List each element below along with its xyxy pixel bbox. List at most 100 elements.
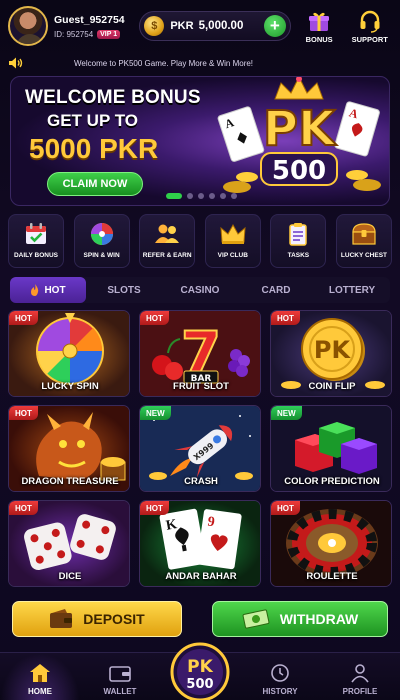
tab-label: CASINO — [180, 284, 220, 296]
users-icon — [153, 221, 181, 247]
nav-home[interactable]: HOME — [0, 653, 80, 700]
crown-icon — [219, 221, 247, 247]
user-info: Guest_952754 ID: 952754 VIP 1 — [54, 14, 137, 39]
banner-amount: 5000 PKR — [29, 133, 159, 164]
game-card-dice[interactable]: HOT DICE — [8, 500, 130, 587]
hot-badge: HOT — [140, 311, 169, 325]
wallet-icon — [50, 609, 73, 628]
game-card-fruit-slot[interactable]: 7 BAR HOT FRUIT SLOT — [139, 310, 261, 397]
quick-lucky-chest[interactable]: LUCKY CHEST — [335, 214, 392, 268]
tab-hot[interactable]: HOT — [10, 277, 86, 303]
gift-icon — [307, 9, 331, 33]
coin-icon: $ — [144, 16, 165, 36]
game-title: COIN FLIP — [308, 381, 356, 392]
announcement-bar: Welcome to PK500 Game. Play More & Win M… — [8, 54, 392, 72]
nav-profile[interactable]: PROFILE — [320, 653, 400, 700]
hot-badge: HOT — [9, 501, 38, 515]
pagination-dot[interactable] — [197, 193, 204, 199]
game-grid: HOT LUCKY SPIN 7 BAR HOT FRUIT SLOT PK H… — [8, 310, 392, 587]
avatar[interactable] — [8, 6, 48, 46]
category-tabs: HOT SLOTS CASINO CARD LOTTERY — [10, 277, 390, 303]
nav-history[interactable]: HISTORY — [240, 653, 320, 700]
user-icon — [349, 662, 371, 684]
quick-refer-earn[interactable]: REFER & EARN — [139, 214, 196, 268]
cash-icon — [242, 609, 270, 629]
user-id-row: ID: 952754 VIP 1 — [54, 29, 137, 39]
logo-pk-text: PK — [263, 101, 337, 157]
support-label: SUPPORT — [351, 34, 388, 44]
announcement-text: Welcome to PK500 Game. Play More & Win M… — [74, 58, 254, 68]
clipboard-icon — [284, 221, 312, 247]
game-title: CRASH — [184, 476, 218, 487]
nav-wallet[interactable]: WALLET — [80, 653, 160, 700]
nav-center-500: 500 — [186, 677, 213, 692]
wallet-icon — [109, 662, 131, 684]
game-card-color-prediction[interactable]: NEW COLOR PREDICTION — [270, 405, 392, 492]
nav-label: HISTORY — [262, 687, 298, 696]
game-card-crash[interactable]: X999 NEW CRASH — [139, 405, 261, 492]
game-card-dragon-treasure[interactable]: HOT DRAGON TREASURE — [8, 405, 130, 492]
pagination-dot[interactable] — [219, 193, 226, 199]
withdraw-button[interactable]: WITHDRAW — [212, 601, 388, 637]
nav-label: HOME — [28, 687, 52, 696]
tab-slots[interactable]: SLOTS — [86, 277, 162, 303]
support-button[interactable]: SUPPORT — [347, 9, 392, 44]
withdraw-label: WITHDRAW — [279, 611, 359, 627]
calendar-check-icon — [22, 221, 50, 247]
banner-subline: GET UP TO — [47, 111, 139, 130]
add-funds-button[interactable]: + — [263, 15, 286, 37]
tab-card[interactable]: CARD — [238, 277, 314, 303]
game-title: FRUIT SLOT — [173, 381, 229, 392]
tab-casino[interactable]: CASINO — [162, 277, 238, 303]
pk500-logo-art: A A PK 500 — [217, 77, 381, 193]
tab-label: CARD — [261, 284, 291, 296]
quick-tasks[interactable]: TASKS — [270, 214, 327, 268]
coin-pk-text: PK — [314, 336, 352, 364]
vip-badge: VIP 1 — [97, 29, 121, 39]
game-card-coin-flip[interactable]: PK HOT COIN FLIP — [270, 310, 392, 397]
game-card-lucky-spin[interactable]: HOT LUCKY SPIN — [8, 310, 130, 397]
pagination-dot[interactable] — [165, 193, 182, 199]
banner-headline: WELCOME BONUS — [25, 87, 201, 108]
hot-badge: HOT — [140, 501, 169, 515]
nav-center-pk: PK — [187, 657, 213, 677]
bonus-button[interactable]: BONUS — [297, 9, 342, 44]
game-title: COLOR PREDICTION — [284, 476, 380, 487]
hot-badge: HOT — [271, 311, 300, 325]
pagination-dot[interactable] — [208, 193, 215, 199]
quick-label: DAILY BONUS — [13, 252, 59, 259]
currency-label: PKR — [170, 20, 194, 32]
quick-vip-club[interactable]: VIP CLUB — [204, 214, 261, 268]
username: Guest_952754 — [54, 13, 125, 26]
balance-pill[interactable]: $ PKR 5,000.00 + — [139, 11, 291, 41]
game-card-roulette[interactable]: HOT ROULETTE — [270, 500, 392, 587]
balance-amount: 5,000.00 — [198, 20, 244, 32]
game-card-andar-bahar[interactable]: K 9 HOT ANDAR BAHAR — [139, 500, 261, 587]
tab-lottery[interactable]: LOTTERY — [314, 277, 390, 303]
wheel-icon — [88, 221, 116, 247]
new-badge: NEW — [140, 406, 171, 420]
quick-menu: DAILY BONUS SPIN & WIN REFER & EARN VIP … — [8, 214, 392, 268]
tab-label: SLOTS — [107, 284, 141, 296]
game-title: ROULETTE — [306, 571, 358, 582]
promo-banner[interactable]: WELCOME BONUS GET UP TO 5000 PKR CLAIM N… — [10, 76, 390, 206]
banner-pagination — [11, 193, 389, 199]
new-badge: NEW — [271, 406, 302, 420]
quick-daily-bonus[interactable]: DAILY BONUS — [8, 214, 64, 268]
nav-label: WALLET — [103, 687, 137, 696]
pagination-dot[interactable] — [186, 193, 193, 199]
quick-spin-win[interactable]: SPIN & WIN — [73, 214, 130, 268]
game-title: DICE — [58, 571, 82, 582]
nav-label: PROFILE — [342, 687, 378, 696]
nav-center-pk500-button[interactable]: PK 500 — [168, 640, 232, 700]
deposit-button[interactable]: DEPOSIT — [12, 601, 182, 637]
game-title: ANDAR BAHAR — [165, 571, 237, 582]
fire-icon — [31, 284, 39, 296]
speaker-icon — [9, 57, 23, 69]
pagination-dot[interactable] — [230, 193, 237, 199]
top-bar: Guest_952754 ID: 952754 VIP 1 $ PKR 5,00… — [0, 0, 400, 52]
home-icon — [29, 662, 51, 684]
game-title: LUCKY SPIN — [41, 381, 99, 392]
hot-badge: HOT — [9, 406, 38, 420]
hot-badge: HOT — [9, 311, 38, 325]
